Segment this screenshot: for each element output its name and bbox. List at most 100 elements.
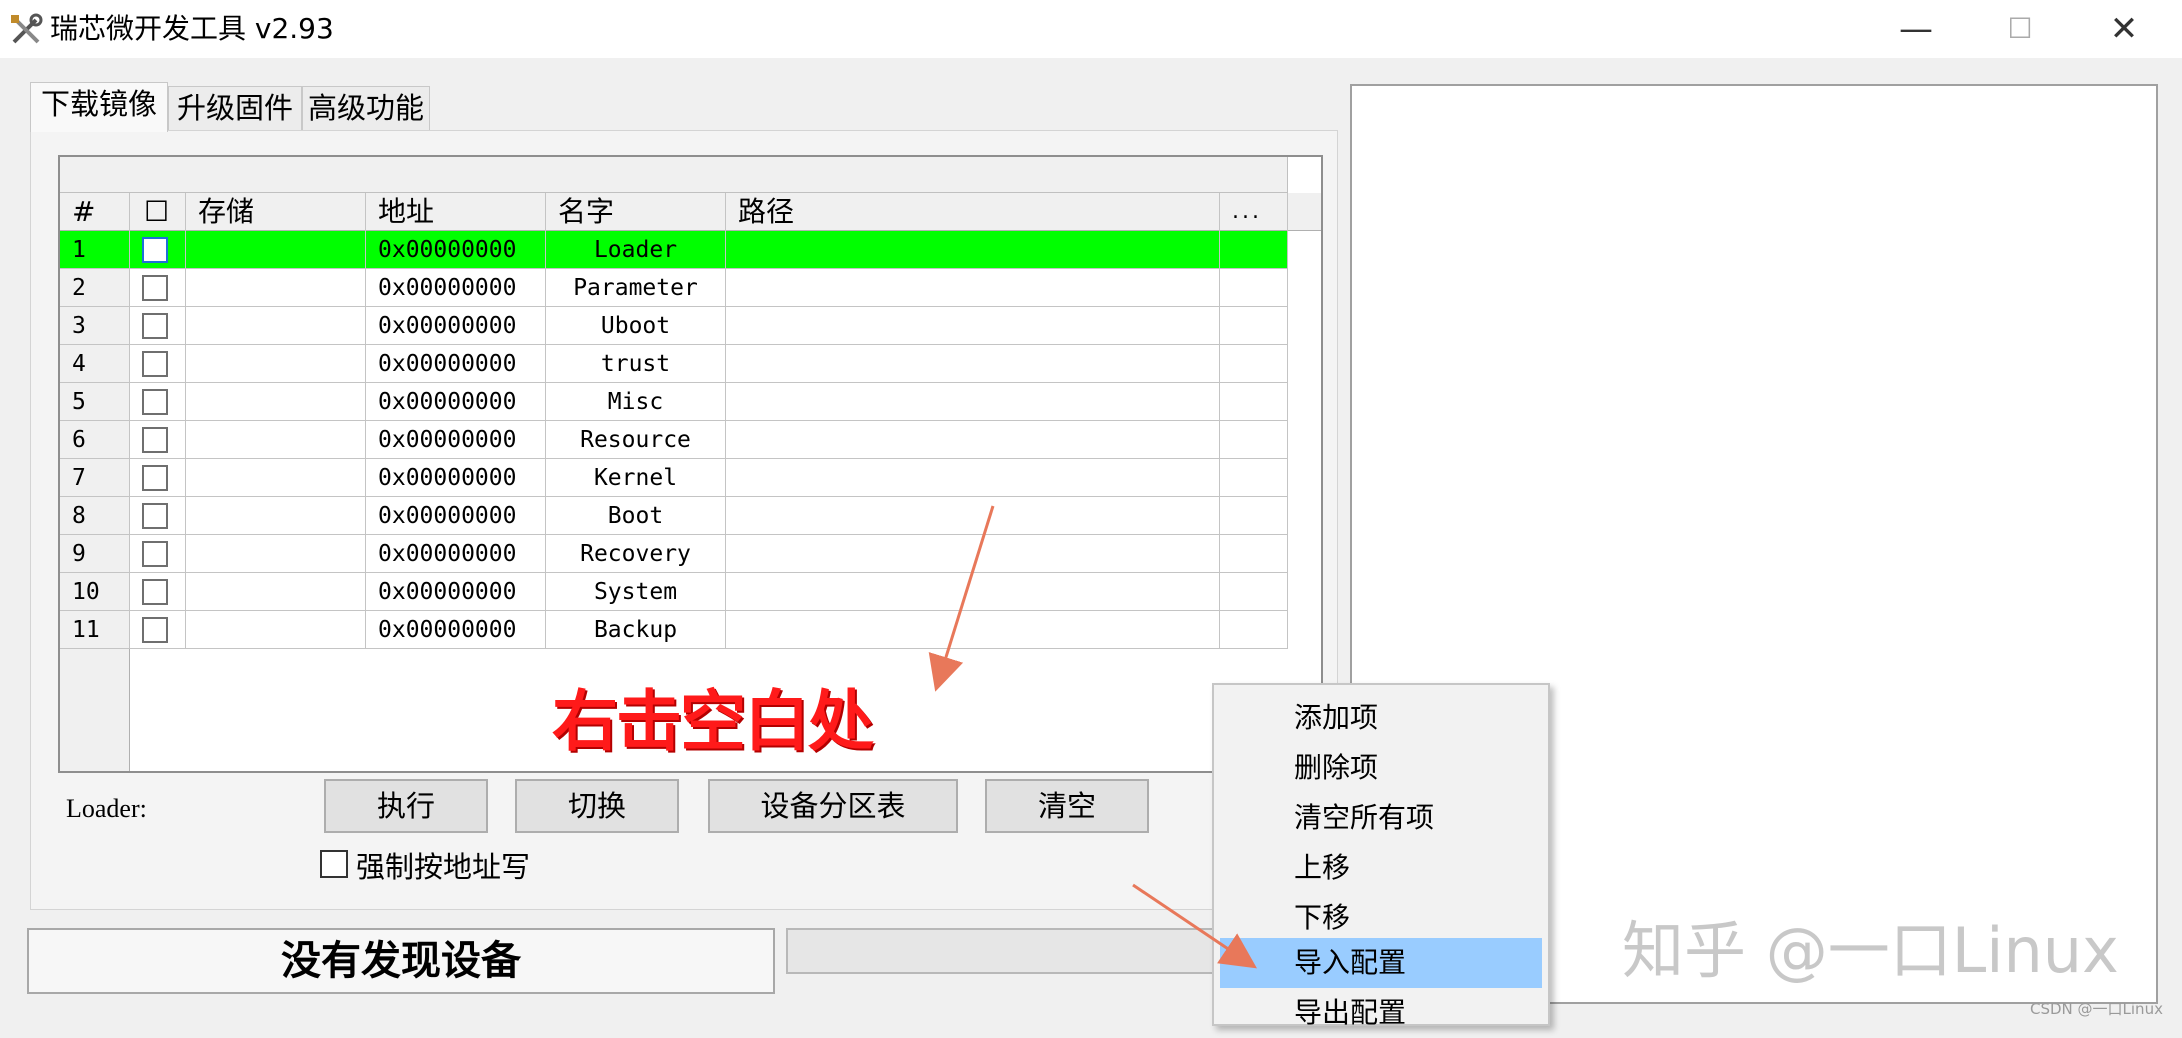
switch-button[interactable]: 切换 xyxy=(515,779,679,833)
row-checkbox[interactable] xyxy=(130,307,186,345)
row-checkbox-box[interactable] xyxy=(142,503,168,529)
row-checkbox[interactable] xyxy=(130,345,186,383)
table-row[interactable]: 11 0x00000000 Backup xyxy=(60,611,1288,649)
tab-advanced[interactable]: 高级功能 xyxy=(302,86,430,130)
row-checkbox-box[interactable] xyxy=(142,541,168,567)
name-cell[interactable]: Kernel xyxy=(546,459,726,497)
close-button[interactable]: ✕ xyxy=(2074,0,2174,58)
force-write-label[interactable]: 强制按地址写 xyxy=(356,844,530,886)
menu-item-clear-all[interactable]: 清空所有项 xyxy=(1220,793,1542,843)
maximize-button[interactable]: ☐ xyxy=(1970,0,2070,58)
row-checkbox-box[interactable] xyxy=(142,237,168,263)
path-cell[interactable] xyxy=(726,535,1220,573)
tab-download-image[interactable]: 下载镜像 xyxy=(30,82,168,132)
path-cell[interactable] xyxy=(726,459,1220,497)
address-cell[interactable]: 0x00000000 xyxy=(366,307,546,345)
select-all-checkbox[interactable]: ☐ xyxy=(130,193,186,231)
row-checkbox-box[interactable] xyxy=(142,427,168,453)
path-cell[interactable] xyxy=(726,231,1220,269)
storage-cell[interactable] xyxy=(186,307,366,345)
path-cell[interactable] xyxy=(726,497,1220,535)
table-row[interactable]: 3 0x00000000 Uboot xyxy=(60,307,1288,345)
name-cell[interactable]: Backup xyxy=(546,611,726,649)
storage-cell[interactable] xyxy=(186,269,366,307)
address-cell[interactable]: 0x00000000 xyxy=(366,345,546,383)
name-cell[interactable]: Parameter xyxy=(546,269,726,307)
address-cell[interactable]: 0x00000000 xyxy=(366,459,546,497)
table-row[interactable]: 8 0x00000000 Boot xyxy=(60,497,1288,535)
row-checkbox[interactable] xyxy=(130,535,186,573)
name-cell[interactable]: Boot xyxy=(546,497,726,535)
table-row[interactable]: 2 0x00000000 Parameter xyxy=(60,269,1288,307)
address-cell[interactable]: 0x00000000 xyxy=(366,497,546,535)
row-checkbox[interactable] xyxy=(130,459,186,497)
storage-cell[interactable] xyxy=(186,611,366,649)
path-cell[interactable] xyxy=(726,611,1220,649)
partition-table-button[interactable]: 设备分区表 xyxy=(708,779,958,833)
more-cell[interactable] xyxy=(1220,231,1288,269)
name-cell[interactable]: Misc xyxy=(546,383,726,421)
row-checkbox-box[interactable] xyxy=(142,617,168,643)
row-checkbox[interactable] xyxy=(130,497,186,535)
menu-item-move-up[interactable]: 上移 xyxy=(1220,843,1542,893)
path-cell[interactable] xyxy=(726,269,1220,307)
name-cell[interactable]: Uboot xyxy=(546,307,726,345)
storage-cell[interactable] xyxy=(186,573,366,611)
table-row[interactable]: 1 0x00000000 Loader xyxy=(60,231,1288,269)
more-cell[interactable] xyxy=(1220,383,1288,421)
execute-button[interactable]: 执行 xyxy=(324,779,488,833)
menu-item-delete[interactable]: 删除项 xyxy=(1220,743,1542,793)
name-cell[interactable]: Recovery xyxy=(546,535,726,573)
menu-item-export-config[interactable]: 导出配置 xyxy=(1220,988,1542,1038)
clear-button[interactable]: 清空 xyxy=(985,779,1149,833)
row-checkbox-box[interactable] xyxy=(142,313,168,339)
force-write-checkbox[interactable] xyxy=(320,850,348,878)
minimize-button[interactable]: — xyxy=(1866,0,1966,58)
row-checkbox-box[interactable] xyxy=(142,465,168,491)
column-header-address[interactable]: 地址 xyxy=(366,193,546,231)
menu-item-add[interactable]: 添加项 xyxy=(1220,693,1542,743)
address-cell[interactable]: 0x00000000 xyxy=(366,231,546,269)
more-cell[interactable] xyxy=(1220,573,1288,611)
more-cell[interactable] xyxy=(1220,535,1288,573)
more-cell[interactable] xyxy=(1220,345,1288,383)
table-row[interactable]: 5 0x00000000 Misc xyxy=(60,383,1288,421)
address-cell[interactable]: 0x00000000 xyxy=(366,421,546,459)
row-checkbox[interactable] xyxy=(130,383,186,421)
column-header-name[interactable]: 名字 xyxy=(546,193,726,231)
row-checkbox[interactable] xyxy=(130,269,186,307)
row-checkbox-box[interactable] xyxy=(142,389,168,415)
column-header-path[interactable]: 路径 xyxy=(726,193,1220,231)
menu-item-import-config[interactable]: 导入配置 xyxy=(1220,938,1542,988)
path-cell[interactable] xyxy=(726,421,1220,459)
path-cell[interactable] xyxy=(726,345,1220,383)
menu-item-move-down[interactable]: 下移 xyxy=(1220,893,1542,943)
row-checkbox-box[interactable] xyxy=(142,351,168,377)
column-header-num[interactable]: # xyxy=(60,193,130,231)
table-row[interactable]: 6 0x00000000 Resource xyxy=(60,421,1288,459)
more-cell[interactable] xyxy=(1220,421,1288,459)
storage-cell[interactable] xyxy=(186,459,366,497)
name-cell[interactable]: Resource xyxy=(546,421,726,459)
path-cell[interactable] xyxy=(726,307,1220,345)
column-header-more[interactable]: ... xyxy=(1220,193,1288,231)
storage-cell[interactable] xyxy=(186,231,366,269)
more-cell[interactable] xyxy=(1220,611,1288,649)
name-cell[interactable]: System xyxy=(546,573,726,611)
storage-cell[interactable] xyxy=(186,497,366,535)
more-cell[interactable] xyxy=(1220,497,1288,535)
table-row[interactable]: 9 0x00000000 Recovery xyxy=(60,535,1288,573)
row-checkbox[interactable] xyxy=(130,611,186,649)
path-cell[interactable] xyxy=(726,383,1220,421)
row-checkbox-box[interactable] xyxy=(142,579,168,605)
name-cell[interactable]: Loader xyxy=(546,231,726,269)
path-cell[interactable] xyxy=(726,573,1220,611)
storage-cell[interactable] xyxy=(186,383,366,421)
table-row[interactable]: 4 0x00000000 trust xyxy=(60,345,1288,383)
name-cell[interactable]: trust xyxy=(546,345,726,383)
column-header-storage[interactable]: 存储 xyxy=(186,193,366,231)
row-checkbox[interactable] xyxy=(130,231,186,269)
table-row[interactable]: 10 0x00000000 System xyxy=(60,573,1288,611)
row-checkbox[interactable] xyxy=(130,573,186,611)
table-row[interactable]: 7 0x00000000 Kernel xyxy=(60,459,1288,497)
